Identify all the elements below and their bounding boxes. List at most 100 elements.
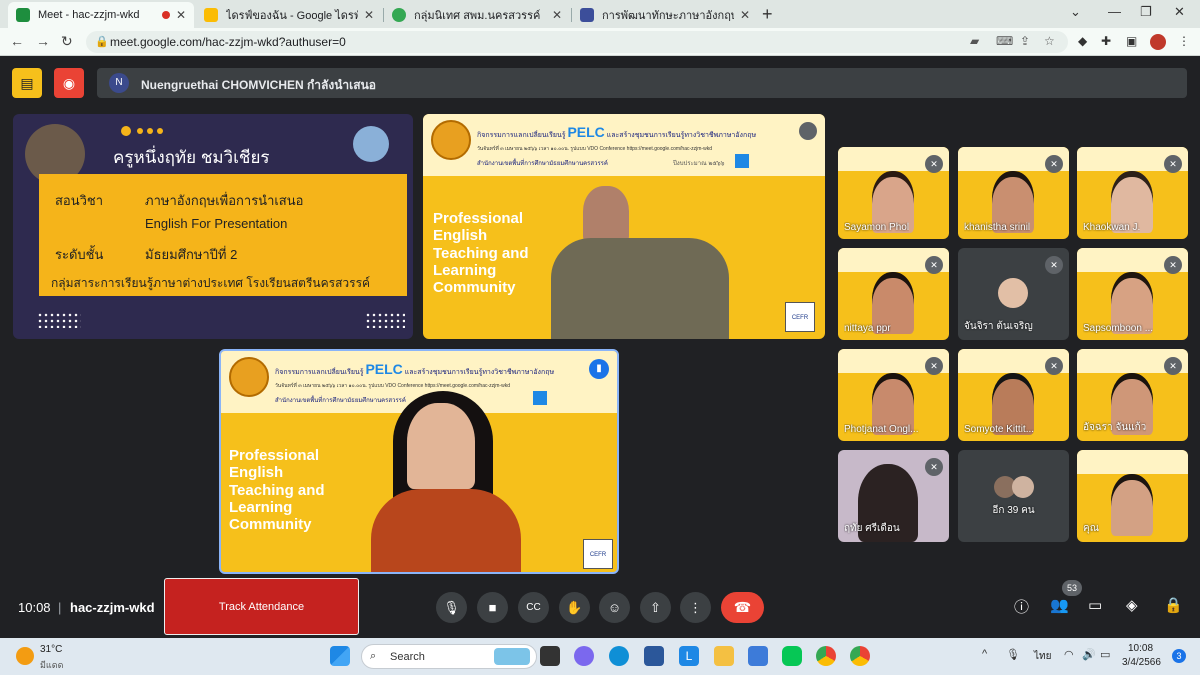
speaker-shirt bbox=[371, 489, 521, 572]
participant-name: อัจฉรา จันแก้ว bbox=[1083, 422, 1147, 433]
forward-arrow-icon[interactable]: → bbox=[36, 33, 50, 49]
more-options-icon[interactable]: ⋮ bbox=[680, 592, 711, 623]
share-icon[interactable]: ⇪ bbox=[1020, 34, 1030, 48]
divider: | bbox=[58, 600, 62, 615]
battery-icon[interactable]: ▭ bbox=[1100, 648, 1110, 661]
app-l-icon[interactable]: L bbox=[679, 646, 699, 666]
camera-icon[interactable]: ▰ bbox=[970, 34, 979, 48]
mic-tray-icon[interactable]: 🎙 bbox=[1006, 648, 1020, 661]
weather-sun-icon[interactable] bbox=[16, 647, 34, 665]
chrome-icon[interactable] bbox=[816, 646, 836, 666]
avatar: N bbox=[109, 73, 129, 93]
office-logo-icon bbox=[229, 357, 269, 397]
chrome-icon[interactable] bbox=[850, 646, 870, 666]
bookmark-star-icon[interactable]: ☆ bbox=[1044, 34, 1055, 48]
weather-temp: 31°C bbox=[40, 644, 63, 655]
new-tab-plus-icon[interactable]: + bbox=[762, 4, 773, 25]
mic-off-icon: ✕ bbox=[1164, 357, 1182, 375]
close-tab-icon[interactable]: ✕ bbox=[740, 8, 750, 22]
presenter-video-tile[interactable]: กิจกรรมการแลกเปลี่ยนเรียนรู้ PELC และสร้… bbox=[423, 114, 825, 339]
back-arrow-icon[interactable]: ← bbox=[10, 33, 24, 49]
participant-face bbox=[1111, 480, 1153, 536]
tab-google-drive[interactable]: ไดรฟ์ของฉัน - Google ไดรฟ์ ✕ bbox=[196, 2, 382, 28]
chat-icon[interactable]: ▭ bbox=[1088, 596, 1102, 614]
participant-tile[interactable]: ✕ จันจิรา ต้นเจริญ bbox=[958, 248, 1069, 340]
edge-icon[interactable] bbox=[609, 646, 629, 666]
clock-date[interactable]: 3/4/2566 bbox=[1122, 657, 1161, 668]
activities-icon[interactable]: ◈ bbox=[1126, 596, 1138, 614]
line-app-icon[interactable] bbox=[782, 646, 802, 666]
people-icon[interactable]: 👥 bbox=[1050, 596, 1069, 614]
active-speaker-tile[interactable]: กิจกรรมการแลกเปลี่ยนเรียนรู้ PELC และสร้… bbox=[219, 349, 619, 574]
recording-icon[interactable]: ◉ bbox=[54, 68, 84, 98]
mic-off-icon: ✕ bbox=[1045, 357, 1063, 375]
participant-tile[interactable]: ✕ Sayamon Phol bbox=[838, 147, 949, 239]
tab-search-chevron-icon[interactable]: ⌄ bbox=[1070, 4, 1081, 20]
mic-icon[interactable]: 🎙 bbox=[436, 592, 467, 623]
tab-english-dev[interactable]: การพัฒนาทักษะภาษาอังกฤษ English ✕ bbox=[572, 2, 758, 28]
clock-time[interactable]: 10:08 bbox=[1128, 643, 1153, 654]
participant-count-badge: 53 bbox=[1062, 580, 1082, 596]
close-window-icon[interactable]: ✕ bbox=[1174, 4, 1185, 20]
decor-dot bbox=[137, 128, 143, 134]
restore-icon[interactable]: ❐ bbox=[1140, 4, 1152, 20]
stop-presenting-icon[interactable]: ▤ bbox=[12, 68, 42, 98]
tab-meet[interactable]: Meet - hac-zzjm-wkd ✕ bbox=[8, 2, 194, 28]
avatar bbox=[998, 278, 1028, 308]
taskbar-search[interactable]: ⌕ Search bbox=[361, 644, 537, 669]
task-view-icon[interactable] bbox=[540, 646, 560, 666]
tray-chevron-icon[interactable]: ^ bbox=[982, 648, 987, 660]
omnibox[interactable]: 🔒 meet.google.com/hac-zzjm-wkd?authuser=… bbox=[86, 31, 1068, 53]
file-explorer-icon[interactable] bbox=[714, 646, 734, 666]
word-icon[interactable] bbox=[644, 646, 664, 666]
windows-start-icon[interactable] bbox=[330, 646, 350, 666]
wifi-icon[interactable]: ◠ bbox=[1064, 648, 1074, 661]
host-controls-icon[interactable]: 🔒 bbox=[1164, 596, 1183, 614]
meeting-info-icon[interactable]: ⓘ bbox=[1014, 596, 1029, 617]
participant-tile[interactable]: ✕ Sapsomboon ... bbox=[1077, 248, 1188, 340]
participant-tile[interactable]: ✕ Khaokwan J. bbox=[1077, 147, 1188, 239]
emoji-icon[interactable]: ☺ bbox=[599, 592, 630, 623]
banner-office: สำนักงานเขตพื้นที่การศึกษามัธยมศึกษานครส… bbox=[477, 161, 608, 167]
participant-tile[interactable]: ✕ Photjanat Ongl... bbox=[838, 349, 949, 441]
mail-icon[interactable] bbox=[748, 646, 768, 666]
teams-chat-icon[interactable] bbox=[574, 646, 594, 666]
profile-avatar[interactable] bbox=[1150, 34, 1166, 50]
participant-tile[interactable]: ✕ nittaya ppr bbox=[838, 248, 949, 340]
close-tab-icon[interactable]: ✕ bbox=[552, 8, 562, 22]
translate-icon[interactable]: ⌨ bbox=[996, 34, 1013, 48]
extension-icon[interactable]: ◆ bbox=[1078, 34, 1087, 48]
input-language[interactable]: ไทย bbox=[1034, 649, 1051, 664]
track-attendance-button[interactable]: Track Attendance bbox=[164, 578, 359, 635]
professional-text: Professional English Teaching and Learni… bbox=[229, 447, 325, 533]
reload-icon[interactable]: ↻ bbox=[61, 33, 73, 50]
participant-tile[interactable]: ✕ Somyote Kittit... bbox=[958, 349, 1069, 441]
participant-tile[interactable]: ✕ khanistha srinil bbox=[958, 147, 1069, 239]
menu-kebab-icon[interactable]: ⋮ bbox=[1178, 34, 1190, 48]
present-screen-icon[interactable]: ⇧ bbox=[640, 592, 671, 623]
volume-icon[interactable]: 🔊 bbox=[1082, 648, 1096, 661]
tab-supervision[interactable]: กลุ่มนิเทศ สพม.นครสวรรค์ ✕ bbox=[384, 2, 570, 28]
mic-off-icon: ✕ bbox=[925, 256, 943, 274]
close-tab-icon[interactable]: ✕ bbox=[176, 8, 186, 22]
participant-name: จันจิรา ต้นเจริญ bbox=[964, 321, 1033, 332]
minimize-icon[interactable]: — bbox=[1108, 4, 1121, 19]
notification-badge[interactable]: 3 bbox=[1172, 649, 1186, 663]
presentation-slide-tile[interactable]: ครูหนึ่งฤทัย ชมวิเชียร สอนวิชา ภาษาอังกฤ… bbox=[13, 114, 413, 339]
participant-tile[interactable]: ✕ ฤทัย ศรีเดือน bbox=[838, 450, 949, 542]
captions-icon[interactable]: CC bbox=[518, 592, 549, 623]
puzzle-icon[interactable]: ✚ bbox=[1101, 34, 1111, 48]
banner-title: กิจกรรมการแลกเปลี่ยนเรียนรู้ PELC และสร้… bbox=[275, 361, 555, 377]
participant-tile[interactable]: ✕ อัจฉรา จันแก้ว bbox=[1077, 349, 1188, 441]
more-participants-tile[interactable]: อีก 39 คน bbox=[958, 450, 1069, 542]
self-view-tile[interactable]: คุณ bbox=[1077, 450, 1188, 542]
leave-call-button[interactable]: ☎ bbox=[721, 592, 764, 623]
participant-name: Sapsomboon ... bbox=[1083, 323, 1154, 334]
subject-label: สอนวิชา bbox=[55, 193, 104, 208]
camera-icon[interactable]: ■ bbox=[477, 592, 508, 623]
sidepanel-icon[interactable]: ▣ bbox=[1126, 34, 1137, 48]
speaker-face bbox=[407, 403, 475, 489]
close-tab-icon[interactable]: ✕ bbox=[364, 8, 374, 22]
raise-hand-icon[interactable]: ✋ bbox=[559, 592, 590, 623]
participant-name: nittaya ppr bbox=[844, 323, 891, 334]
